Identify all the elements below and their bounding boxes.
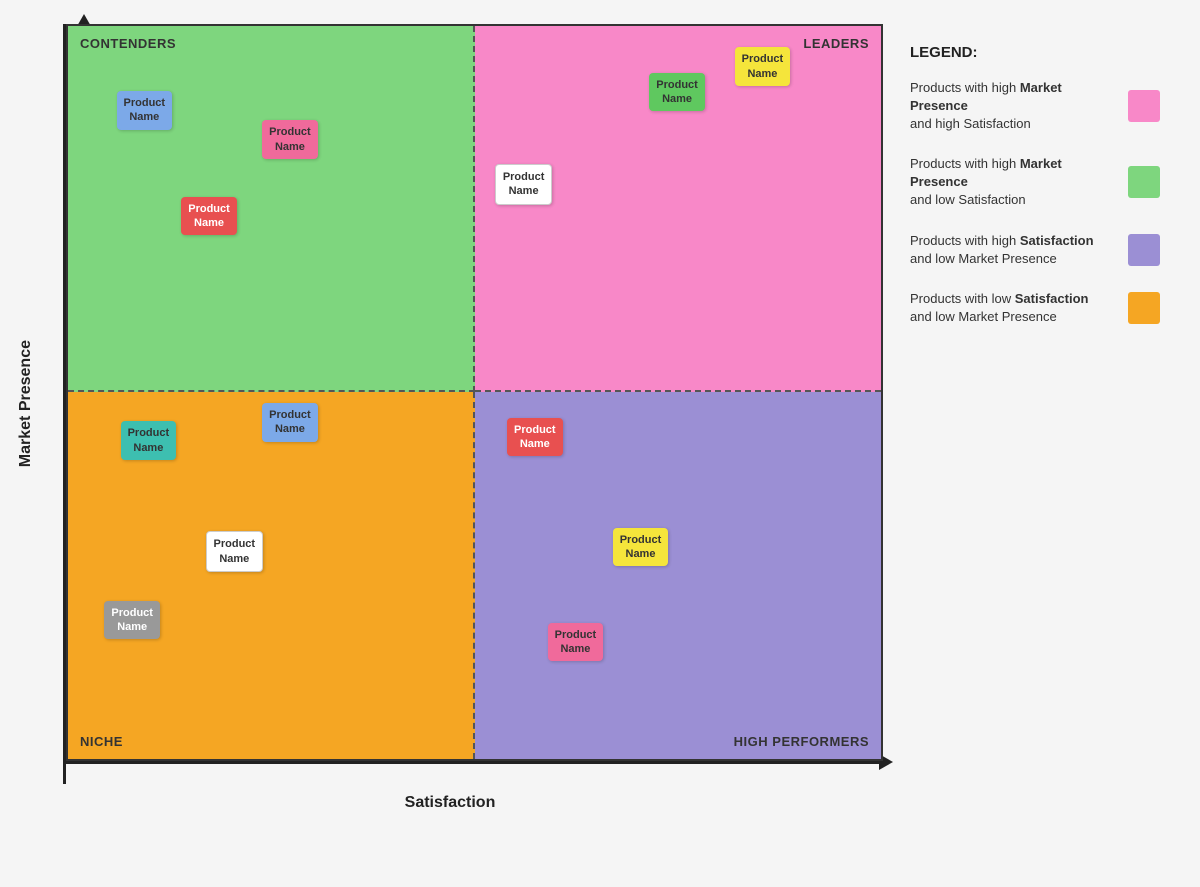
- product-card: ProductName: [613, 528, 669, 567]
- quadrant-grid: CONTENDERS ProductName ProductName Produ…: [66, 24, 883, 761]
- product-card: ProductName: [206, 531, 264, 572]
- legend-item-leaders: Products with high Market Presenceand hi…: [910, 79, 1160, 134]
- quadrant-highperf: HIGH PERFORMERS ProductName ProductName …: [475, 392, 882, 759]
- product-card: ProductName: [121, 421, 177, 460]
- product-card: ProductName: [181, 197, 237, 236]
- niche-label: NICHE: [80, 734, 123, 749]
- x-axis-label: Satisfaction: [405, 794, 496, 812]
- legend-area: LEGEND: Products with high Market Presen…: [890, 24, 1170, 359]
- legend-text-contenders: Products with high Market Presenceand lo…: [910, 155, 1118, 210]
- y-axis-label: Market Presence: [17, 340, 35, 467]
- leaders-label: LEADERS: [803, 36, 869, 51]
- chart-with-yaxis: Market Presence CONTENDERS ProductName: [17, 24, 883, 784]
- legend-item-contenders: Products with high Market Presenceand lo…: [910, 155, 1160, 210]
- product-card: ProductName: [507, 418, 563, 457]
- quadrants: CONTENDERS ProductName ProductName Produ…: [66, 24, 883, 761]
- highperf-label: HIGH PERFORMERS: [734, 734, 869, 749]
- legend-text-leaders: Products with high Market Presenceand hi…: [910, 79, 1118, 134]
- product-card: ProductName: [548, 623, 604, 662]
- legend-item-niche: Products with low Satisfactionand low Ma…: [910, 290, 1160, 326]
- legend-color-niche: [1128, 292, 1160, 324]
- legend-color-contenders: [1128, 166, 1160, 198]
- legend-title: LEGEND:: [910, 44, 1160, 61]
- legend-item-highperf: Products with high Satisfactionand low M…: [910, 232, 1160, 268]
- chart-frame: CONTENDERS ProductName ProductName Produ…: [43, 24, 883, 784]
- quadrant-leaders: LEADERS ProductName ProductName ProductN…: [475, 26, 882, 393]
- product-card: ProductName: [495, 164, 553, 205]
- product-card: ProductName: [649, 73, 705, 112]
- contenders-label: CONTENDERS: [80, 36, 176, 51]
- product-card: ProductName: [735, 47, 791, 86]
- product-card: ProductName: [262, 403, 318, 442]
- product-card: ProductName: [104, 601, 160, 640]
- quadrant-contenders: CONTENDERS ProductName ProductName Produ…: [68, 26, 475, 393]
- x-axis-line: [63, 761, 883, 764]
- chart-area: Market Presence CONTENDERS ProductName: [10, 24, 890, 812]
- legend-text-highperf: Products with high Satisfactionand low M…: [910, 232, 1118, 268]
- main-container: Market Presence CONTENDERS ProductName: [10, 14, 1190, 874]
- product-card: ProductName: [117, 91, 173, 130]
- product-card: ProductName: [262, 120, 318, 159]
- legend-color-highperf: [1128, 234, 1160, 266]
- quadrant-niche: NICHE ProductName ProductName ProductNam…: [68, 392, 475, 759]
- legend-text-niche: Products with low Satisfactionand low Ma…: [910, 290, 1118, 326]
- legend-color-leaders: [1128, 90, 1160, 122]
